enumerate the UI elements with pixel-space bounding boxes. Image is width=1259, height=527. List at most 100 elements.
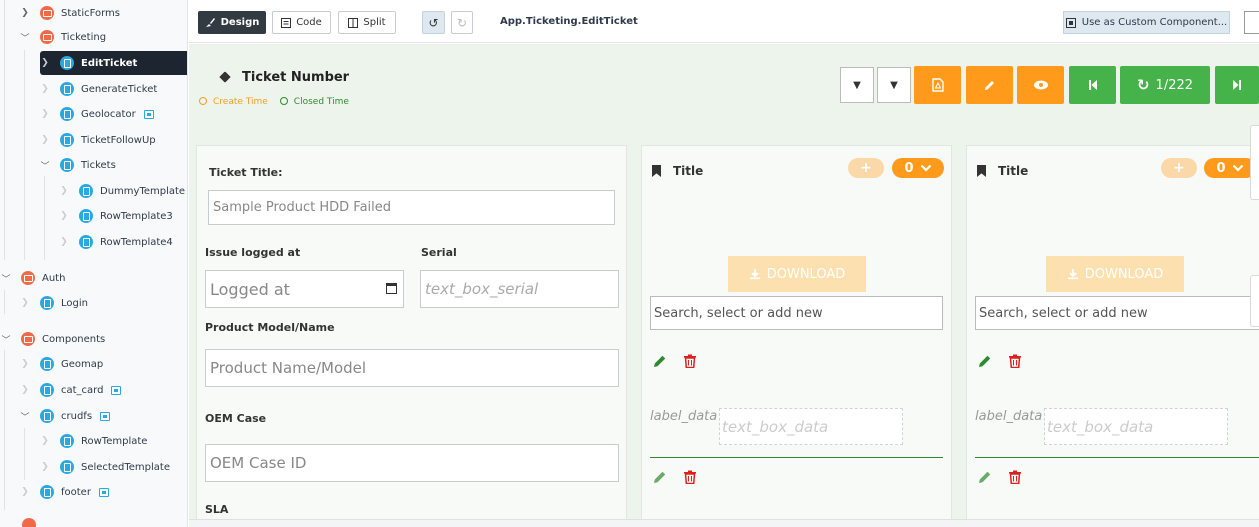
- split-view-icon: [348, 17, 359, 28]
- chevron-right-icon[interactable]: ❯: [40, 462, 50, 472]
- side-panel-tab[interactable]: [1250, 125, 1259, 200]
- logged-at-datepicker[interactable]: Logged at: [205, 270, 404, 308]
- sidebar-item-auth[interactable]: ﹀ Auth: [1, 266, 65, 290]
- sidebar-item-geomap[interactable]: ❯ Geomap: [20, 352, 103, 376]
- edit-pencil-icon[interactable]: [653, 354, 667, 368]
- download-button[interactable]: DOWNLOAD: [1046, 256, 1184, 292]
- dropdown-two[interactable]: ▼: [877, 67, 911, 103]
- split-mode-button[interactable]: Split: [338, 11, 396, 34]
- reload-counter-button[interactable]: ↻ 1/222: [1120, 66, 1210, 104]
- sidebar-item-dummytemplate[interactable]: ❯ DummyTemplate: [59, 179, 185, 203]
- redo-button[interactable]: ↻: [451, 11, 473, 34]
- chevron-right-icon[interactable]: ❯: [59, 211, 69, 221]
- edit-button[interactable]: [966, 66, 1013, 104]
- chevron-right-icon[interactable]: ❯: [20, 298, 30, 308]
- sidebar-item-selectedtemplate[interactable]: ❯ SelectedTemplate: [40, 455, 170, 479]
- tree-guide-line: [4, 0, 5, 260]
- preview-button[interactable]: [1017, 66, 1064, 104]
- use-as-custom-component-button[interactable]: Use as Custom Component...: [1063, 11, 1230, 34]
- sidebar-item-ticketing[interactable]: ﹀ Ticketing: [20, 25, 106, 49]
- sidebar-item-components[interactable]: ﹀ Components: [1, 327, 105, 351]
- delete-trash-icon[interactable]: [683, 470, 697, 484]
- chevron-right-icon[interactable]: ❯: [59, 186, 69, 196]
- chevron-right-icon[interactable]: ❯: [40, 109, 50, 119]
- delete-trash-icon[interactable]: [683, 354, 697, 368]
- sidebar-item-geolocator[interactable]: ❯ Geolocator: [40, 102, 154, 126]
- sidebar-item-staticforms[interactable]: ❯ StaticForms: [20, 1, 120, 25]
- redo-icon: ↻: [456, 15, 468, 30]
- edit-pencil-icon[interactable]: [653, 470, 667, 484]
- chevron-right-icon[interactable]: ❯: [40, 58, 50, 68]
- ticket-times: Create Time Closed Time: [199, 97, 349, 107]
- delete-trash-icon[interactable]: [1008, 354, 1022, 368]
- chevron-right-icon[interactable]: ❯: [20, 8, 30, 18]
- oem-case-input[interactable]: OEM Case ID: [205, 444, 619, 482]
- sidebar-item-tickets[interactable]: ﹀ Tickets: [40, 153, 116, 177]
- code-icon: [281, 17, 292, 28]
- ticket-form-panel: Ticket Title: Sample Product HDD Failed …: [196, 145, 627, 527]
- item-count-toggle[interactable]: 0: [892, 158, 944, 178]
- chevron-down-icon[interactable]: ﹀: [40, 160, 50, 172]
- search-placeholder: Search, select or add new: [654, 305, 823, 321]
- attachment-card: Title + 0 DOWNLOAD Search, select or add…: [641, 145, 952, 527]
- chevron-down-icon[interactable]: ﹀: [20, 411, 30, 423]
- chevron-right-icon[interactable]: ❯: [20, 487, 30, 497]
- chevron-right-icon[interactable]: ❯: [40, 135, 50, 145]
- sidebar-item-rowtemplate3[interactable]: ❯ RowTemplate3: [59, 204, 173, 228]
- file-icon: [60, 434, 74, 448]
- last-record-button[interactable]: [1215, 66, 1259, 104]
- sidebar-item-login[interactable]: ❯ Login: [20, 291, 88, 315]
- chevron-down-icon[interactable]: ﹀: [1, 334, 11, 346]
- design-mode-button[interactable]: Design: [198, 11, 266, 34]
- chevron-right-icon[interactable]: ❯: [59, 237, 69, 247]
- chevron-right-icon[interactable]: ❯: [20, 385, 30, 395]
- folder-icon: [40, 30, 54, 44]
- sidebar-item-editticket[interactable]: ❯ EditTicket: [40, 51, 187, 75]
- first-record-button[interactable]: [1069, 66, 1116, 104]
- undo-button[interactable]: ↺: [422, 11, 445, 34]
- edit-pencil-icon[interactable]: [978, 470, 992, 484]
- code-mode-button[interactable]: Code: [272, 11, 331, 34]
- sidebar-item-label: GenerateTicket: [81, 83, 158, 95]
- export-pdf-button[interactable]: [914, 66, 961, 104]
- chevron-right-icon[interactable]: ❯: [40, 436, 50, 446]
- product-model-input[interactable]: Product Name/Model: [205, 349, 619, 387]
- sidebar-item-cat-card[interactable]: ❯ cat_card: [20, 378, 122, 402]
- serial-input[interactable]: text_box_serial: [420, 270, 619, 308]
- calendar-icon[interactable]: [386, 283, 397, 294]
- dropdown-one[interactable]: ▼: [840, 67, 874, 103]
- add-item-button[interactable]: +: [848, 158, 884, 178]
- sidebar-item-footer[interactable]: ❯ footer: [20, 480, 109, 504]
- status-bar: [189, 519, 1259, 527]
- editor-toolbar: Design Code Split ↺ ↻ App.Ticketing.Edit…: [189, 0, 1259, 43]
- text-box-data-input[interactable]: text_box_data: [1044, 408, 1228, 445]
- sidebar-item-generateticket[interactable]: ❯ GenerateTicket: [40, 77, 157, 101]
- clock-icon: [199, 97, 207, 105]
- chevron-right-icon[interactable]: ❯: [20, 359, 30, 369]
- side-panel-tab[interactable]: [1250, 275, 1259, 327]
- chevron-right-icon[interactable]: ❯: [40, 84, 50, 94]
- sidebar-item-label: SelectedTemplate: [81, 461, 170, 473]
- edit-pencil-icon[interactable]: [978, 354, 992, 368]
- sidebar-item-rowtemplate4[interactable]: ❯ RowTemplate4: [59, 230, 173, 254]
- search-select-input[interactable]: Search, select or add new: [975, 296, 1259, 330]
- chevron-down-icon[interactable]: ﹀: [20, 32, 30, 44]
- serial-label: Serial: [421, 246, 457, 259]
- text-box-data-input[interactable]: text_box_data: [719, 408, 903, 445]
- sidebar-item-ticketfollowup[interactable]: ❯ TicketFollowUp: [40, 128, 156, 152]
- ticket-title-input[interactable]: Sample Product HDD Failed: [208, 190, 615, 225]
- delete-trash-icon[interactable]: [1008, 470, 1022, 484]
- sidebar-item-crudfs[interactable]: ﹀ crudfs: [20, 404, 111, 428]
- sla-label: SLA: [205, 503, 229, 516]
- add-item-button[interactable]: +: [1161, 158, 1197, 178]
- sidebar-item-rowtemplate[interactable]: ❯ RowTemplate: [40, 429, 147, 453]
- search-select-input[interactable]: Search, select or add new: [650, 296, 943, 330]
- chevron-down-icon[interactable]: ﹀: [1, 273, 11, 285]
- folder-icon: [21, 271, 35, 285]
- overflow-panel-button[interactable]: [1244, 11, 1259, 34]
- sidebar-item-label: Geolocator: [81, 108, 136, 120]
- sidebar-item-label: TicketFollowUp: [81, 134, 156, 146]
- download-button[interactable]: DOWNLOAD: [728, 256, 866, 292]
- plus-icon: +: [1173, 160, 1185, 176]
- item-count-toggle[interactable]: 0: [1204, 158, 1256, 178]
